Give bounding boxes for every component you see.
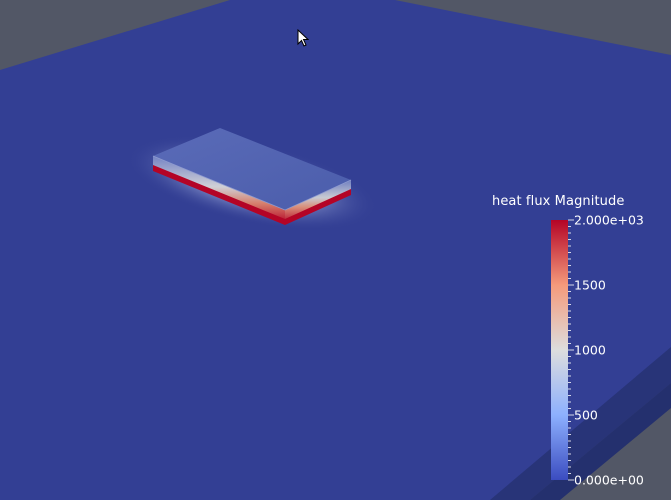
colorbar-label: 2.000e+03 — [574, 212, 644, 228]
colorbar-label: 1000 — [574, 342, 606, 358]
render-viewport[interactable]: heat flux Magnitude 2.000e+03 1500 1000 500… — [0, 0, 671, 500]
colorbar-label: 0.000e+00 — [574, 472, 644, 488]
ground-plane — [0, 0, 671, 500]
colorbar — [551, 220, 568, 480]
colorbar-label: 500 — [574, 407, 598, 423]
scene-3d[interactable] — [0, 0, 671, 500]
arrow-pointer-icon — [297, 29, 309, 47]
colorbar-label: 1500 — [574, 277, 606, 293]
colorbar-title: heat flux Magnitude — [492, 194, 625, 209]
